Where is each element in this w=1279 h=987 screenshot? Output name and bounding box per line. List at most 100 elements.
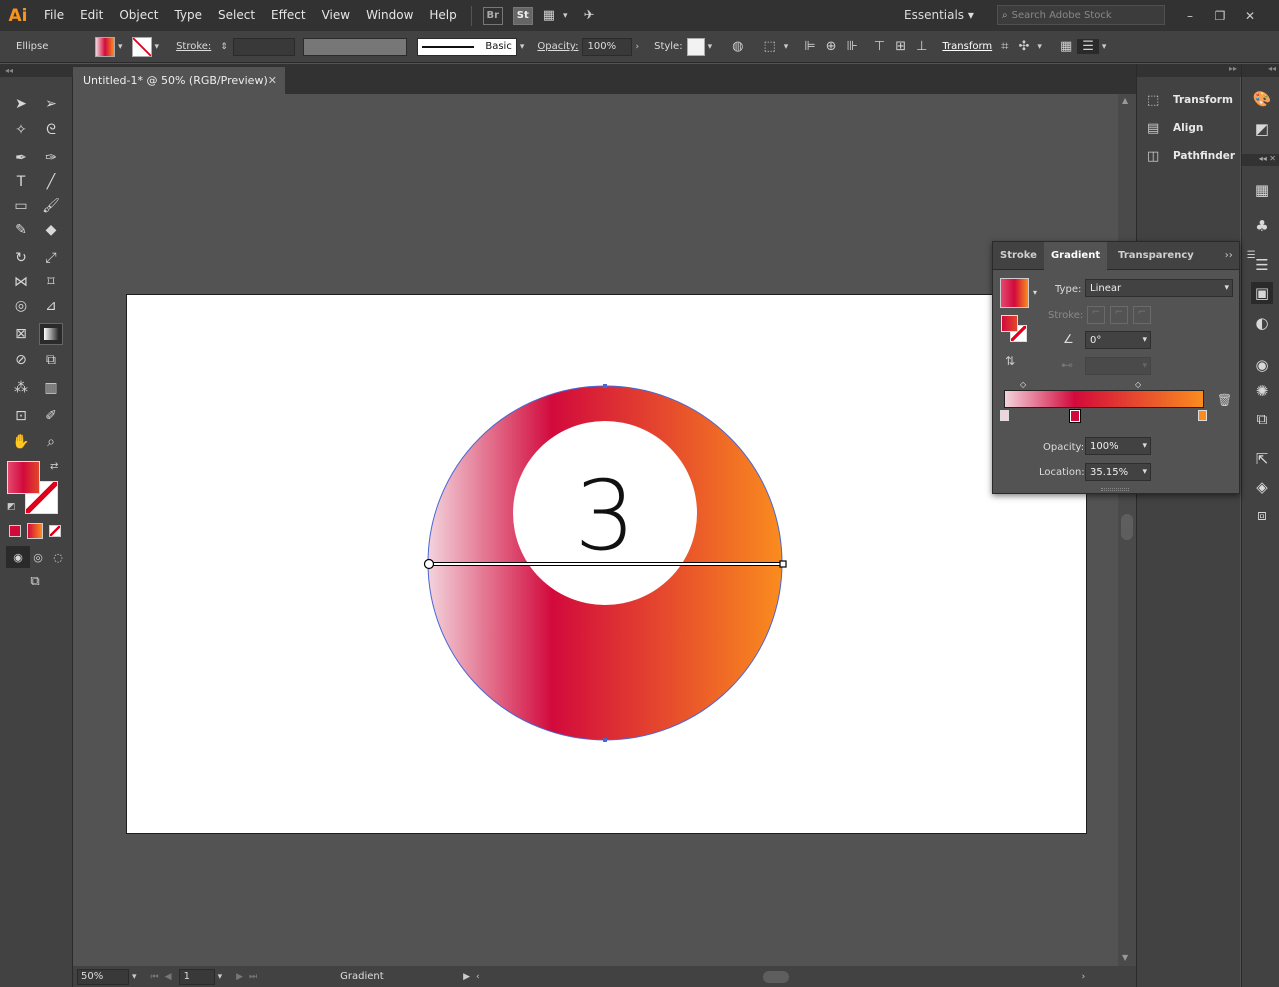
arrange-icon[interactable]: ▦	[1055, 39, 1077, 54]
paintbrush-tool-icon[interactable]: 🖌	[39, 195, 63, 217]
stock-button[interactable]: St	[512, 6, 533, 25]
line-tool-icon[interactable]: ╱	[39, 171, 63, 193]
chevron-down-icon[interactable]: ▾	[129, 972, 140, 982]
stroke-weight-field[interactable]	[232, 37, 295, 56]
menu-type[interactable]: Type	[166, 0, 210, 31]
rotate-tool-icon[interactable]: ↻	[9, 247, 33, 269]
gradient-fill-box[interactable]	[1001, 315, 1018, 332]
lasso-tool-icon[interactable]: ᘓ	[39, 119, 63, 141]
close-button[interactable]: ✕	[1235, 9, 1265, 23]
chevron-down-icon[interactable]: ▾	[115, 42, 126, 52]
close-tab-icon[interactable]: ✕	[268, 74, 277, 87]
anchor-point[interactable]	[603, 384, 607, 388]
artboards-panel-icon[interactable]: ⧈	[1251, 504, 1273, 526]
next-artboard-icon[interactable]: ▶	[233, 972, 246, 982]
shape-builder-tool-icon[interactable]: ◎	[9, 295, 33, 317]
appearance-panel-icon[interactable]: ◉	[1251, 354, 1273, 376]
brush-definition[interactable]: Basic	[416, 37, 517, 56]
midpoint-diamond-icon[interactable]: ◇	[1135, 380, 1141, 389]
anchor-point[interactable]	[603, 738, 607, 742]
restore-button[interactable]: ❐	[1205, 9, 1235, 23]
canvas-area[interactable]: 3	[73, 94, 1118, 966]
swatches-panel-icon[interactable]: ▦	[1251, 179, 1273, 201]
artboard[interactable]: 3	[126, 294, 1087, 834]
fill-swatch[interactable]	[95, 36, 115, 57]
menu-file[interactable]: File	[36, 0, 72, 31]
type-tool-icon[interactable]: T	[9, 171, 33, 193]
none-mode-button[interactable]	[49, 525, 61, 537]
gradient-type-select[interactable]: Linear ▾	[1085, 279, 1233, 297]
workspace-switcher[interactable]: Essentials ▾	[896, 0, 982, 31]
color-guide-icon[interactable]: ◩	[1251, 118, 1273, 140]
dock-collapse-handle[interactable]: ◂◂	[1242, 64, 1279, 77]
panel-collapse-icon[interactable]: ››	[1225, 250, 1233, 261]
chevron-down-icon[interactable]: ▾	[517, 42, 528, 52]
free-transform-tool-icon[interactable]: ⌑	[39, 271, 63, 293]
zoom-tool-icon[interactable]: ⌕	[39, 431, 63, 453]
swap-fill-stroke-icon[interactable]: ⇄	[50, 461, 58, 472]
symbols-panel-icon[interactable]: ⧉	[1251, 408, 1273, 430]
gradient-mode-button[interactable]	[27, 523, 43, 539]
scroll-up-icon[interactable]: ▲	[1122, 96, 1128, 105]
color-mode-button[interactable]	[9, 525, 21, 537]
chevron-down-icon[interactable]: ▾	[560, 11, 571, 21]
first-artboard-icon[interactable]: ⏮	[148, 972, 162, 982]
chevron-down-icon[interactable]: ▾	[705, 42, 716, 52]
zoom-field[interactable]: 50%	[77, 968, 129, 985]
opacity-field[interactable]: 100%	[582, 37, 633, 56]
chevron-down-icon[interactable]: ▾	[1034, 42, 1045, 52]
stop-location-field[interactable]: 35.15% ▾	[1085, 463, 1151, 481]
midpoint-diamond-icon[interactable]: ◇	[1020, 380, 1026, 389]
tab-stroke[interactable]: Stroke	[993, 242, 1044, 270]
align-top-icon[interactable]: ⊤	[869, 39, 890, 54]
gradient-end-handle[interactable]	[779, 560, 787, 568]
align-left-icon[interactable]: ⊫	[799, 39, 820, 54]
chevron-down-icon[interactable]: ▾	[1033, 288, 1037, 297]
gradient-panel-icon[interactable]: ▣	[1251, 282, 1273, 304]
export-panel-icon[interactable]: ⇱	[1251, 448, 1273, 470]
horizontal-scroll-thumb[interactable]	[762, 970, 789, 983]
puppet-warp-icon[interactable]: ✣	[1014, 39, 1035, 54]
panel-resize-grip[interactable]	[1101, 488, 1129, 491]
tab-gradient[interactable]: Gradient	[1043, 241, 1108, 270]
gradient-stop-selected[interactable]	[1070, 410, 1080, 422]
stop-opacity-field[interactable]: 100% ▾	[1085, 437, 1151, 455]
transparency-panel-icon[interactable]: ◐	[1251, 312, 1273, 334]
isolate-icon[interactable]: ⌗	[996, 39, 1013, 54]
menu-edit[interactable]: Edit	[72, 0, 111, 31]
transform-link[interactable]: Transform	[938, 41, 996, 52]
document-tab[interactable]: Untitled-1* @ 50% (RGB/Preview) ✕	[73, 67, 285, 94]
shaper-tool-icon[interactable]: ✎	[9, 219, 33, 241]
chevron-down-icon[interactable]: ▾	[781, 42, 792, 52]
magic-wand-tool-icon[interactable]: ✧	[9, 119, 33, 141]
align-right-icon[interactable]: ⊪	[842, 39, 863, 54]
panel-menu-icon[interactable]: ☰	[1247, 250, 1256, 261]
chevron-right-icon[interactable]: ›	[632, 42, 642, 52]
gradient-origin-handle[interactable]	[423, 558, 435, 570]
gradient-stop-right[interactable]	[1198, 410, 1207, 421]
dock-item-pathfinder[interactable]: ◫ Pathfinder	[1147, 145, 1235, 167]
menu-object[interactable]: Object	[111, 0, 166, 31]
symbol-sprayer-tool-icon[interactable]: ⁂	[9, 377, 33, 399]
slice-tool-icon[interactable]: ✐	[39, 405, 63, 427]
align-to-icon[interactable]: ⬚	[758, 39, 780, 54]
draw-inside-icon[interactable]: ◌	[46, 546, 70, 568]
eraser-tool-icon[interactable]: ◆	[39, 219, 63, 241]
recolor-artwork-icon[interactable]: ◍	[727, 39, 748, 54]
menu-view[interactable]: View	[314, 0, 358, 31]
reverse-gradient-icon[interactable]: ⇅	[1005, 354, 1015, 368]
artboard-number-field[interactable]: 1	[178, 968, 215, 985]
mesh-tool-icon[interactable]: ⊠	[9, 323, 33, 345]
layers-panel-icon[interactable]: ◈	[1251, 476, 1273, 498]
arrange-documents-icon[interactable]: ▦	[538, 8, 560, 23]
brushes-panel-icon[interactable]: ♣	[1251, 215, 1273, 237]
pen-tool-icon[interactable]: ✒	[9, 147, 33, 169]
column-graph-tool-icon[interactable]: ▥	[39, 377, 63, 399]
graphic-styles-panel-icon[interactable]: ✺	[1251, 380, 1273, 402]
stroke-swatch[interactable]	[131, 36, 152, 57]
screen-mode-icon[interactable]: ⧉	[23, 570, 47, 592]
chevron-down-icon[interactable]: ▾	[1099, 42, 1110, 52]
align-center-icon[interactable]: ⊕	[821, 39, 842, 54]
style-swatch[interactable]	[686, 37, 705, 56]
menu-help[interactable]: Help	[421, 0, 464, 31]
